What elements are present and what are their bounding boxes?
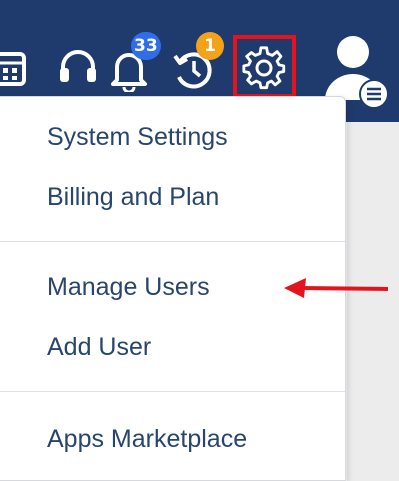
annotation-arrow-icon [282,276,390,307]
menu-item-apps-marketplace[interactable]: Apps Marketplace [47,425,247,454]
tasks-count-badge: 1 [196,32,224,60]
headset-icon[interactable] [57,47,99,89]
settings-highlight-box [233,35,296,98]
notifications-count-badge: 33 [131,32,161,60]
menu-item-billing-and-plan[interactable]: Billing and Plan [47,183,219,212]
menu-divider [0,391,345,392]
menu-divider [0,241,345,242]
menu-item-add-user[interactable]: Add User [47,333,151,362]
menu-item-manage-users[interactable]: Manage Users [47,273,210,302]
calendar-icon[interactable] [0,48,28,88]
menu-item-system-settings[interactable]: System Settings [47,123,228,152]
